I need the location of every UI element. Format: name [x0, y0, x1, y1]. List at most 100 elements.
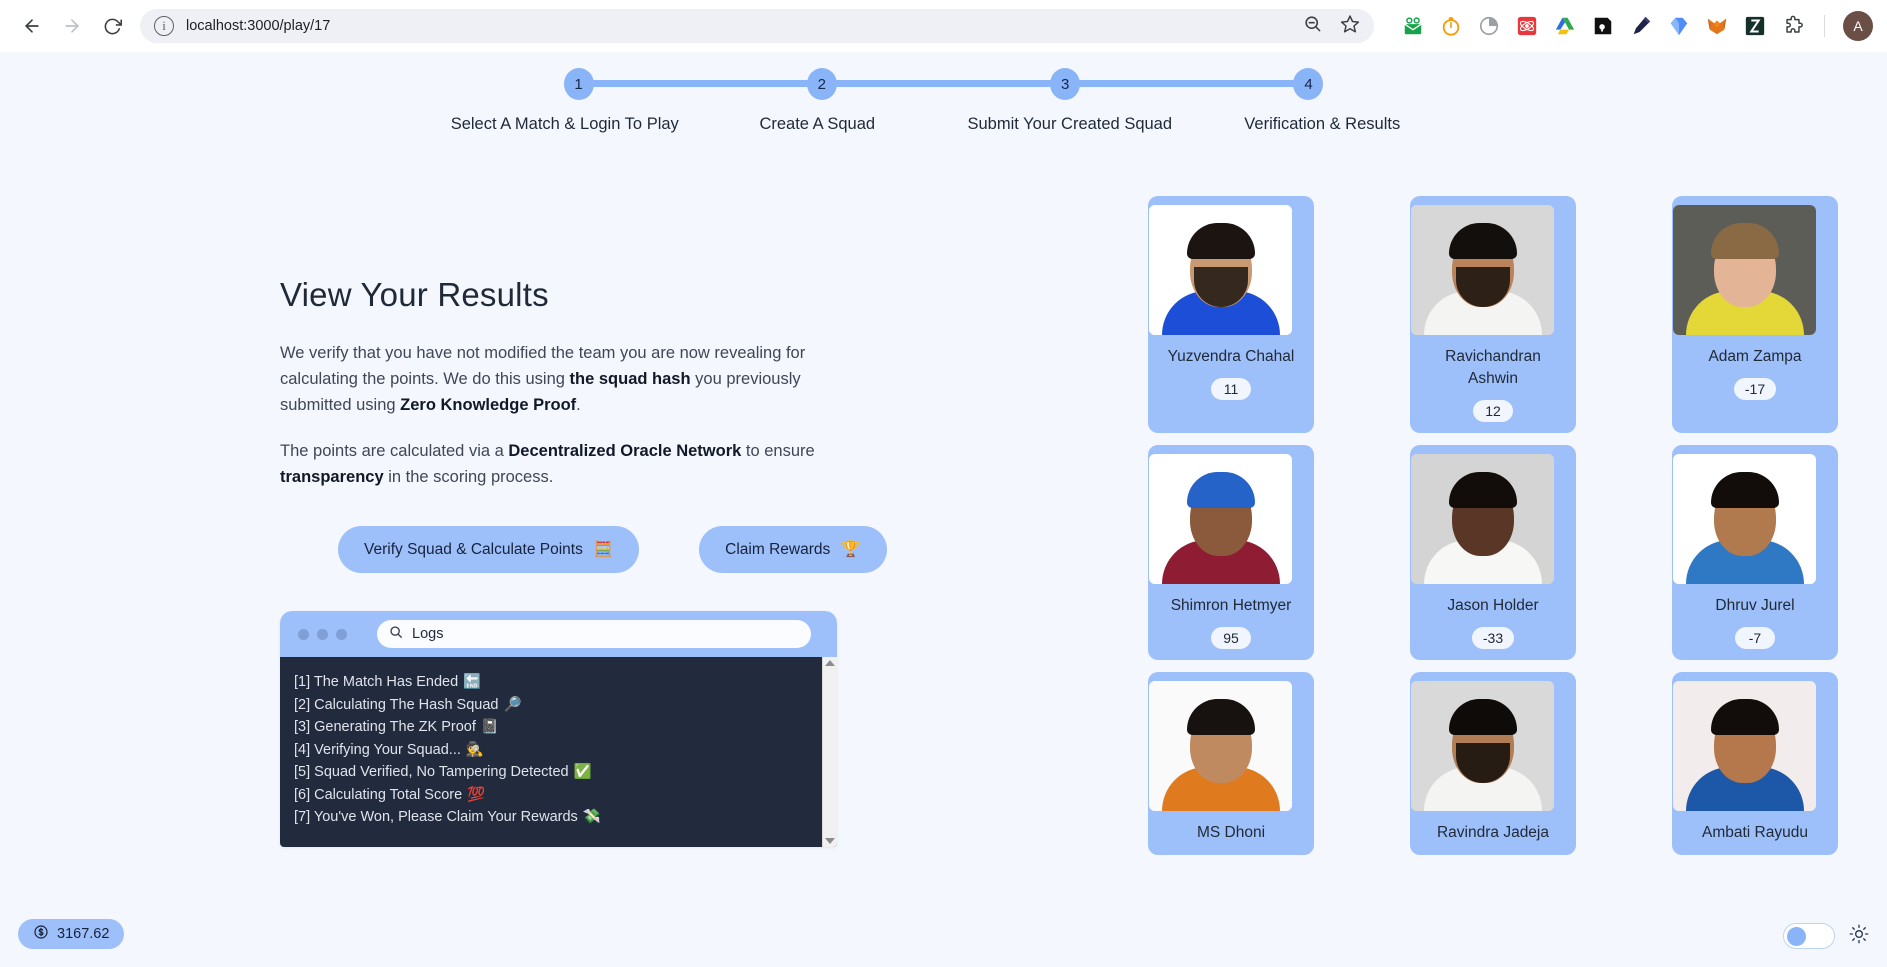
log-line-text: [4] Verifying Your Squad... — [294, 741, 461, 758]
ext-google-drive-icon[interactable] — [1552, 13, 1578, 39]
player-card[interactable]: Yuzvendra Chahal 11 — [1148, 196, 1314, 433]
url-text: localhost:3000/play/17 — [186, 18, 331, 34]
back-arrow-icon[interactable] — [14, 8, 50, 44]
forward-arrow-icon[interactable] — [54, 8, 90, 44]
ext-red-atom-icon[interactable] — [1514, 13, 1540, 39]
log-line: [7] You've Won, Please Claim Your Reward… — [294, 806, 822, 829]
window-dot-close[interactable] — [298, 628, 309, 640]
progress-stepper: 1 2 3 4 Select A Match & Login To Play C… — [451, 52, 1400, 134]
player-card[interactable]: Ravichandran Ashwin 12 — [1410, 196, 1576, 433]
abacus-icon: 🧮 — [593, 541, 614, 558]
trophy-icon: 🏆 — [841, 541, 861, 558]
ext-blue-diamond-icon[interactable] — [1666, 13, 1692, 39]
squad-panel: Yuzvendra Chahal 11 Ravichandran Ashwin 12 A… — [1140, 196, 1887, 855]
ext-metamask-fox-icon[interactable] — [1704, 13, 1730, 39]
logs-search-input[interactable]: Logs — [377, 620, 811, 648]
player-card[interactable]: Ravindra Jadeja — [1410, 672, 1576, 855]
theme-toggle[interactable] — [1783, 923, 1835, 949]
ext-black-lock-icon[interactable] — [1590, 13, 1616, 39]
avatar[interactable]: A — [1843, 11, 1873, 41]
scroll-up-icon[interactable] — [825, 660, 835, 666]
log-line-text: [7] You've Won, Please Claim Your Reward… — [294, 809, 578, 825]
player-photo — [1149, 205, 1292, 335]
address-bar[interactable]: i localhost:3000/play/17 — [140, 9, 1374, 43]
ext-orange-timer-icon[interactable] — [1438, 13, 1464, 39]
player-name: Shimron Hetmyer — [1170, 597, 1292, 614]
description-paragraph-1: We verify that you have not modified the… — [280, 340, 842, 418]
log-line-emoji: 📓 — [480, 719, 499, 735]
player-score-badge: -7 — [1735, 627, 1775, 649]
para2-bold-oracle: Decentralized Oracle Network — [508, 442, 742, 460]
step-label-4: Verification & Results — [1244, 115, 1401, 133]
star-icon[interactable] — [1340, 14, 1360, 39]
ext-dark-pen-icon[interactable] — [1628, 13, 1654, 39]
player-photo — [1411, 205, 1554, 335]
log-line: [1] The Match Has Ended 🔚 — [294, 671, 822, 694]
log-line-emoji: ✅ — [573, 764, 592, 780]
logs-search-value: Logs — [412, 626, 444, 642]
player-score-badge: 95 — [1211, 627, 1251, 649]
step-node-3[interactable]: 3 — [1050, 68, 1081, 100]
claim-button-label: Claim Rewards — [725, 540, 831, 558]
site-info-icon[interactable]: i — [154, 16, 174, 36]
log-line: [3] Generating The ZK Proof 📓 — [294, 716, 822, 739]
action-buttons: Verify Squad & Calculate Points 🧮 Claim … — [280, 526, 1140, 573]
window-dots — [298, 628, 347, 640]
window-dot-maximize[interactable] — [336, 628, 347, 640]
log-line-emoji: 💯 — [467, 786, 486, 803]
player-score-badge: 11 — [1211, 378, 1251, 400]
page-root: 1 2 3 4 Select A Match & Login To Play C… — [0, 52, 1887, 967]
log-line-text: [3] Generating The ZK Proof — [294, 719, 476, 735]
player-score-badge: 12 — [1473, 400, 1513, 422]
theme-toggle-knob — [1787, 926, 1806, 946]
step-node-2[interactable]: 2 — [806, 68, 837, 100]
para1-part-e: . — [576, 396, 581, 414]
reload-icon[interactable] — [94, 8, 130, 44]
step-label-1: Select A Match & Login To Play — [450, 115, 679, 133]
log-line: [5] Squad Verified, No Tampering Detecte… — [294, 761, 822, 784]
player-photo — [1411, 454, 1554, 584]
step-label-3: Submit Your Created Squad — [967, 115, 1173, 133]
player-name: MS Dhoni — [1196, 824, 1266, 841]
scroll-down-icon[interactable] — [825, 838, 835, 844]
player-card[interactable]: Dhruv Jurel -7 — [1672, 445, 1838, 660]
player-name: Ravichandran Ashwin — [1445, 348, 1541, 387]
ext-green-play-icon[interactable] — [1742, 13, 1768, 39]
player-card[interactable]: Adam Zampa -17 — [1672, 196, 1838, 433]
log-line-text: [6] Calculating Total Score — [294, 786, 463, 803]
zoom-out-icon[interactable] — [1303, 14, 1322, 38]
ext-green-envelope-icon[interactable] — [1400, 13, 1426, 39]
verify-squad-button[interactable]: Verify Squad & Calculate Points 🧮 — [338, 526, 640, 573]
player-name: Yuzvendra Chahal — [1167, 348, 1295, 365]
log-line-emoji: 🕵️ — [465, 741, 484, 758]
player-card[interactable]: MS Dhoni — [1148, 672, 1314, 855]
log-line-emoji: 🔎 — [503, 696, 522, 713]
puzzle-piece-icon[interactable] — [1780, 13, 1806, 39]
player-card[interactable]: Shimron Hetmyer 95 — [1148, 445, 1314, 660]
player-photo — [1673, 454, 1816, 584]
dollar-coin-icon — [33, 924, 49, 944]
player-photo — [1411, 681, 1554, 811]
toolbar-divider — [1824, 15, 1825, 37]
player-card[interactable]: Jason Holder -33 — [1410, 445, 1576, 660]
window-dot-minimize[interactable] — [317, 628, 328, 640]
ext-pie-clock-icon[interactable] — [1476, 13, 1502, 39]
player-photo — [1149, 454, 1292, 584]
step-node-4[interactable]: 4 — [1293, 68, 1324, 100]
player-name: Dhruv Jurel — [1715, 597, 1795, 614]
player-name: Ambati Rayudu — [1702, 824, 1808, 841]
balance-widget[interactable]: 3167.62 — [18, 919, 125, 949]
para2-part-c: to ensure — [741, 442, 815, 460]
player-score-badge: -17 — [1733, 378, 1777, 400]
player-photo — [1673, 681, 1816, 811]
log-line: [2] Calculating The Hash Squad 🔎 — [294, 694, 822, 717]
claim-rewards-button[interactable]: Claim Rewards 🏆 — [699, 526, 887, 573]
player-card[interactable]: Ambati Rayudu — [1672, 672, 1838, 855]
log-line-emoji: 💸 — [582, 809, 601, 825]
step-label-2: Create A Squad — [759, 115, 876, 133]
browser-toolbar: i localhost:3000/play/17 A — [0, 0, 1887, 52]
sun-icon[interactable] — [1849, 924, 1869, 949]
step-node-1[interactable]: 1 — [563, 68, 594, 100]
logs-scrollbar[interactable] — [822, 657, 837, 847]
para2-part-e: in the scoring process. — [383, 468, 554, 486]
